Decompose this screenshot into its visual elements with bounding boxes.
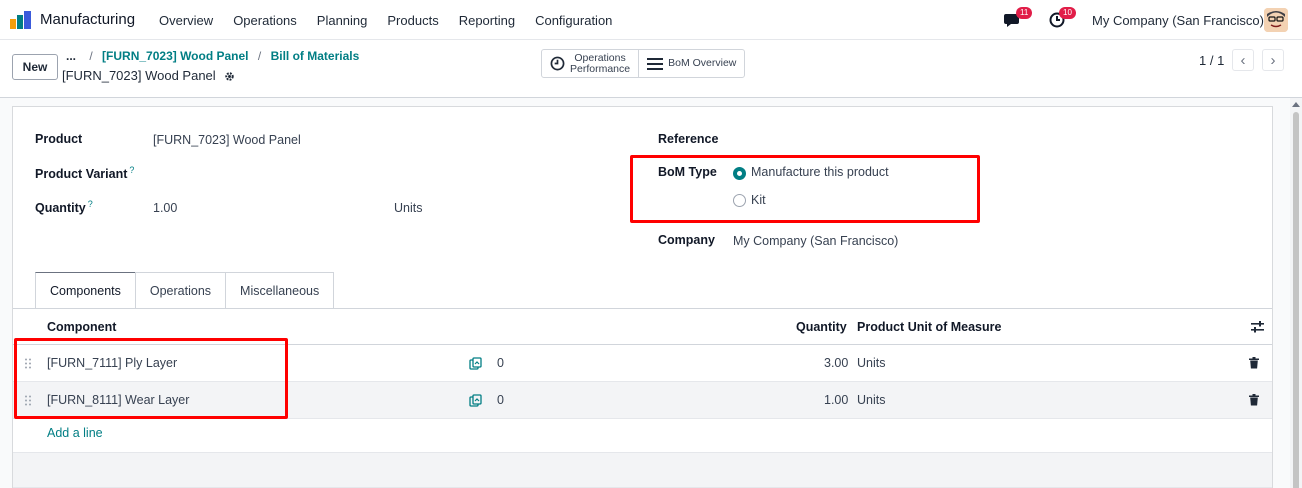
tab-components[interactable]: Components xyxy=(35,272,136,308)
menu-reporting[interactable]: Reporting xyxy=(459,13,515,28)
messages-badge: 11 xyxy=(1016,7,1033,19)
forecast-report-icon[interactable] xyxy=(469,357,482,370)
highlight-components xyxy=(14,338,288,419)
column-component[interactable]: Component xyxy=(47,320,116,334)
company-field[interactable]: My Company (San Francisco) xyxy=(733,234,898,248)
bars-icon xyxy=(647,57,664,70)
manufacturing-app-icon[interactable] xyxy=(10,11,32,29)
product-variant-label-text: Product Variant xyxy=(35,167,128,182)
scroll-up-icon[interactable] xyxy=(1292,101,1300,107)
activities-badge: 10 xyxy=(1059,7,1076,19)
menu-configuration[interactable]: Configuration xyxy=(535,13,612,28)
column-uom[interactable]: Product Unit of Measure xyxy=(857,320,1001,334)
row-uom[interactable]: Units xyxy=(857,356,885,370)
breadcrumb-separator: / xyxy=(257,49,262,63)
column-quantity[interactable]: Quantity xyxy=(796,320,847,334)
breadcrumb-ellipsis[interactable]: ... xyxy=(66,49,76,63)
row-quantity[interactable]: 1.00 xyxy=(824,393,848,407)
row-quantity[interactable]: 3.00 xyxy=(824,356,848,370)
pager-previous-button[interactable]: ‹ xyxy=(1232,49,1254,71)
reference-label: Reference xyxy=(658,132,719,146)
row-availability: 0 xyxy=(497,356,504,370)
main-menu: Overview Operations Planning Products Re… xyxy=(159,13,632,28)
breadcrumb-bom[interactable]: Bill of Materials xyxy=(271,49,360,63)
breadcrumb: ... / [FURN_7023] Wood Panel / Bill of M… xyxy=(66,49,359,63)
record-title: [FURN_7023] Wood Panel xyxy=(62,68,235,83)
notebook-tabs: Components Operations Miscellaneous xyxy=(35,272,335,308)
app-name[interactable]: Manufacturing xyxy=(40,11,135,28)
add-line-link[interactable]: Add a line xyxy=(47,426,103,440)
smart-buttons: Operations Performance BoM Overview xyxy=(541,49,746,78)
user-avatar[interactable] xyxy=(1264,8,1288,32)
quantity-field[interactable]: 1.00 xyxy=(153,201,177,215)
row-availability: 0 xyxy=(497,393,504,407)
empty-table-row xyxy=(13,452,1272,488)
record-title-text: [FURN_7023] Wood Panel xyxy=(62,68,216,83)
company-label: Company xyxy=(658,233,715,247)
product-label: Product xyxy=(35,132,83,146)
operations-performance-line2: Performance xyxy=(570,62,631,75)
quantity-uom: Units xyxy=(394,201,423,215)
column-settings-icon[interactable] xyxy=(1251,321,1264,333)
new-button[interactable]: New xyxy=(12,54,58,80)
trash-icon[interactable] xyxy=(1249,357,1259,369)
help-tooltip-icon[interactable]: ? xyxy=(88,199,93,209)
activities-button[interactable]: 10 xyxy=(1049,7,1076,31)
chevron-left-icon: ‹ xyxy=(1240,51,1246,69)
highlight-bom-type xyxy=(630,155,980,223)
clock-icon xyxy=(550,56,565,71)
tab-operations[interactable]: Operations xyxy=(134,272,227,308)
bom-overview-button[interactable]: BoM Overview xyxy=(638,50,744,77)
pager-value[interactable]: 1 / 1 xyxy=(1199,53,1224,68)
top-navbar: Manufacturing Overview Operations Planni… xyxy=(0,0,1302,40)
product-variant-label: Product Variant? xyxy=(35,165,134,181)
control-panel: New ... / [FURN_7023] Wood Panel / Bill … xyxy=(0,40,1302,98)
chevron-right-icon: › xyxy=(1270,51,1276,69)
page-scrollbar[interactable] xyxy=(1290,98,1302,488)
scrollbar-thumb[interactable] xyxy=(1293,112,1299,488)
tab-miscellaneous[interactable]: Miscellaneous xyxy=(225,272,335,308)
product-field[interactable]: [FURN_7023] Wood Panel xyxy=(153,133,301,147)
quantity-label-text: Quantity xyxy=(35,201,86,216)
user-avatar-icon xyxy=(1264,8,1288,32)
help-tooltip-icon[interactable]: ? xyxy=(129,165,134,175)
operations-performance-line1: Operations xyxy=(574,51,626,64)
quantity-label: Quantity? xyxy=(35,199,93,215)
row-uom[interactable]: Units xyxy=(857,393,885,407)
company-switcher[interactable]: My Company (San Francisco) xyxy=(1092,13,1264,28)
gear-icon[interactable] xyxy=(224,71,235,82)
breadcrumb-separator: / xyxy=(89,49,93,63)
menu-overview[interactable]: Overview xyxy=(159,13,213,28)
forecast-report-icon[interactable] xyxy=(469,394,482,407)
trash-icon[interactable] xyxy=(1249,394,1259,406)
breadcrumb-product[interactable]: [FURN_7023] Wood Panel xyxy=(102,49,248,63)
messages-button[interactable]: 11 xyxy=(1004,7,1033,31)
menu-planning[interactable]: Planning xyxy=(317,13,368,28)
menu-operations[interactable]: Operations xyxy=(233,13,297,28)
menu-products[interactable]: Products xyxy=(387,13,438,28)
bom-overview-label: BoM Overview xyxy=(668,57,737,69)
operations-performance-button[interactable]: Operations Performance xyxy=(542,50,638,77)
pager-next-button[interactable]: › xyxy=(1262,49,1284,71)
